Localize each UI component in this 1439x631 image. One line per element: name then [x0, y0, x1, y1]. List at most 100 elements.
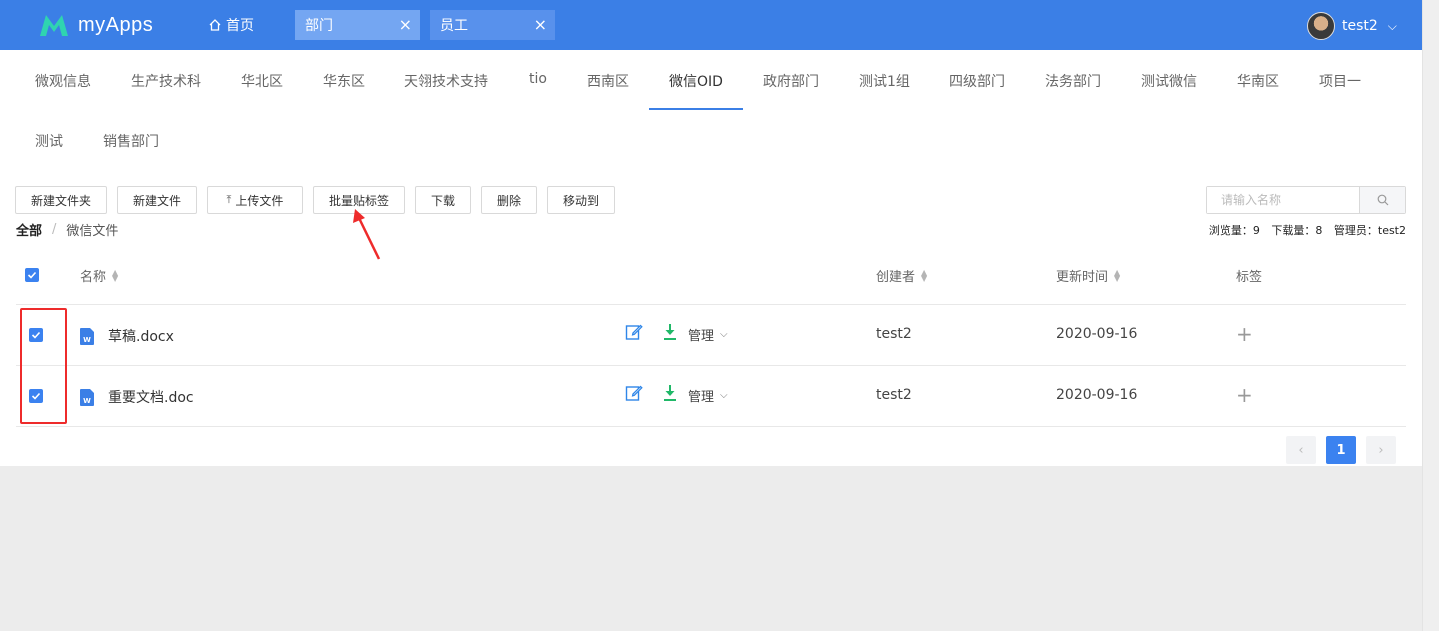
- pagination-next[interactable]: ›: [1366, 436, 1396, 464]
- column-header-creator[interactable]: 创建者 ▲ ▼: [876, 266, 927, 285]
- breadcrumb-current: 微信文件: [66, 224, 119, 239]
- tab-employee[interactable]: 员工 ×: [430, 10, 555, 40]
- button-label: 下载: [430, 193, 455, 208]
- dept-tab[interactable]: 测试: [35, 131, 63, 151]
- app-name: myApps: [78, 13, 154, 36]
- dept-tab[interactable]: 生产技术科: [131, 71, 201, 91]
- tab-label: 员工: [440, 18, 468, 34]
- chevron-down-icon: ⌵: [1387, 18, 1397, 33]
- file-name[interactable]: 重要文档.doc: [108, 387, 194, 407]
- download-icon[interactable]: [662, 323, 678, 341]
- dept-tab[interactable]: 天翎技术支持: [404, 71, 488, 91]
- top-navbar: myApps 首页 部门 × 员工 × test2 ⌵: [0, 0, 1422, 50]
- upload-icon: ⤒: [226, 193, 232, 206]
- folder-stats: 浏览量：9 下载量：8 管理员：test2: [1201, 222, 1406, 238]
- column-header-name[interactable]: 名称 ▲ ▼: [80, 266, 118, 285]
- close-icon[interactable]: ×: [534, 16, 547, 34]
- word-file-icon: W: [80, 389, 94, 406]
- dept-tab[interactable]: 政府部门: [763, 71, 819, 91]
- dept-tab[interactable]: 销售部门: [103, 131, 159, 151]
- home-icon: [209, 19, 221, 31]
- header-label: 创建者: [876, 270, 916, 285]
- search-input[interactable]: [1207, 187, 1359, 213]
- button-label: 新建文件: [132, 193, 181, 208]
- tab-label: 部门: [305, 18, 333, 34]
- chevron-down-icon: ⌵: [720, 329, 728, 340]
- dept-tab[interactable]: 四级部门: [949, 71, 1005, 91]
- search-box: [1206, 186, 1406, 214]
- button-label: 删除: [496, 193, 521, 208]
- dept-tab[interactable]: 华北区: [241, 71, 283, 91]
- updated-cell: 2020-09-16: [1056, 326, 1138, 342]
- sort-icon[interactable]: ▲ ▼: [1114, 268, 1120, 282]
- scrollbar[interactable]: [1422, 0, 1439, 631]
- active-tab-indicator: [649, 108, 743, 110]
- dept-tab[interactable]: 华南区: [1237, 71, 1279, 91]
- header-label: 名称: [80, 270, 107, 285]
- admin-label: 管理员：test2: [1333, 224, 1406, 237]
- download-button[interactable]: 下载: [415, 186, 471, 214]
- avatar: [1307, 12, 1335, 40]
- manage-dropdown[interactable]: 管理 ⌵: [688, 325, 728, 344]
- column-header-updated[interactable]: 更新时间 ▲ ▼: [1056, 266, 1120, 285]
- delete-button[interactable]: 删除: [481, 186, 537, 214]
- dept-tab[interactable]: 项目一: [1319, 71, 1361, 91]
- dept-tab[interactable]: 微观信息: [35, 71, 91, 91]
- edit-icon[interactable]: [625, 384, 643, 402]
- dept-tab[interactable]: tio: [529, 71, 547, 87]
- annotation-highlight-box: [20, 308, 67, 424]
- manage-label: 管理: [688, 390, 715, 405]
- button-label: 移动到: [562, 193, 599, 208]
- move-to-button[interactable]: 移动到: [547, 186, 615, 214]
- user-menu[interactable]: test2 ⌵: [1307, 12, 1397, 40]
- download-icon[interactable]: [662, 384, 678, 402]
- button-label: 上传文件: [235, 193, 284, 208]
- upload-file-button[interactable]: ⤒ 上传文件: [207, 186, 303, 214]
- download-count: 下载量：8: [1271, 224, 1323, 237]
- home-nav-link[interactable]: 首页: [208, 14, 254, 36]
- user-name: test2: [1342, 18, 1378, 34]
- manage-dropdown[interactable]: 管理 ⌵: [688, 386, 728, 405]
- row-divider: [16, 426, 1406, 427]
- tab-department[interactable]: 部门 ×: [295, 10, 420, 40]
- dept-tab[interactable]: 华东区: [323, 71, 365, 91]
- annotation-arrow: [353, 209, 381, 260]
- close-icon[interactable]: ×: [399, 16, 412, 34]
- home-label: 首页: [226, 18, 254, 34]
- creator-cell: test2: [876, 326, 912, 342]
- pagination-prev[interactable]: ‹: [1286, 436, 1316, 464]
- logo-mark-icon: [40, 15, 68, 36]
- word-file-icon: W: [80, 328, 94, 345]
- dept-tab[interactable]: 西南区: [587, 71, 629, 91]
- new-file-button[interactable]: 新建文件: [117, 186, 197, 214]
- sort-icon[interactable]: ▲ ▼: [921, 268, 927, 282]
- sort-icon[interactable]: ▲ ▼: [112, 268, 118, 282]
- new-folder-button[interactable]: 新建文件夹: [15, 186, 107, 214]
- pagination-current-page[interactable]: 1: [1326, 436, 1356, 464]
- dept-tab[interactable]: 法务部门: [1045, 71, 1101, 91]
- search-icon: [1377, 194, 1388, 206]
- updated-cell: 2020-09-16: [1056, 387, 1138, 403]
- breadcrumb-separator: /: [52, 222, 57, 237]
- plus-icon[interactable]: +: [1236, 324, 1253, 344]
- file-name[interactable]: 草稿.docx: [108, 326, 174, 346]
- select-all-checkbox[interactable]: [25, 268, 39, 282]
- main-panel: 微观信息 生产技术科 华北区 华东区 天翎技术支持 tio 西南区 微信OID …: [0, 50, 1422, 466]
- dept-tab-active[interactable]: 微信OID: [669, 71, 723, 91]
- manage-label: 管理: [688, 329, 715, 344]
- row-divider: [16, 365, 1406, 366]
- header-label: 标签: [1236, 270, 1263, 285]
- header-label: 更新时间: [1056, 270, 1109, 285]
- view-count: 浏览量：9: [1208, 224, 1260, 237]
- dept-tab[interactable]: 测试微信: [1141, 71, 1197, 91]
- breadcrumb-root[interactable]: 全部: [16, 220, 42, 239]
- button-label: 新建文件夹: [30, 193, 91, 208]
- dept-tab[interactable]: 测试1组: [859, 71, 910, 91]
- plus-icon[interactable]: +: [1236, 385, 1253, 405]
- edit-icon[interactable]: [625, 323, 643, 341]
- row-divider: [16, 304, 1406, 305]
- app-logo[interactable]: myApps: [38, 10, 153, 40]
- search-button[interactable]: [1359, 187, 1405, 213]
- chevron-down-icon: ⌵: [720, 390, 728, 401]
- breadcrumb: 全部 / 微信文件: [16, 220, 118, 239]
